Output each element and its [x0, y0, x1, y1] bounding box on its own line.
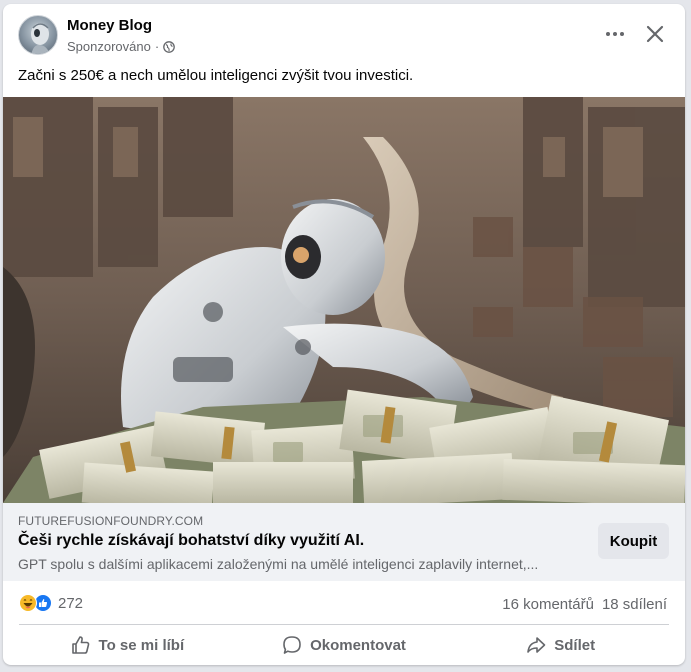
comment-bubble-icon [283, 636, 301, 654]
close-icon[interactable] [641, 20, 669, 48]
reactions-summary[interactable]: 272 [19, 594, 83, 612]
share-label: Sdílet [554, 636, 596, 654]
post-text: Začni s 250€ a nech umělou inteligenci z… [18, 67, 414, 84]
like-label: To se mi líbí [98, 636, 185, 654]
comment-button[interactable]: Okomentovat [236, 628, 453, 662]
sponsored-post-card: Money Blog Sponzorováno · Začni s 250€ a… [3, 4, 685, 665]
globe-icon[interactable] [163, 40, 176, 53]
link-preview[interactable]: FUTUREFUSIONFOUNDRY.COM Češi rychle získ… [3, 503, 685, 581]
shares-count[interactable]: 18 sdílení [602, 596, 667, 613]
share-arrow-icon [527, 637, 546, 653]
link-description: GPT spolu s dalšími aplikacemi založeným… [18, 556, 539, 572]
share-button[interactable]: Sdílet [452, 628, 669, 662]
link-domain: FUTUREFUSIONFOUNDRY.COM [18, 514, 204, 528]
ad-image[interactable] [3, 97, 685, 503]
more-horizontal-icon[interactable] [601, 20, 629, 48]
actions-divider [19, 624, 669, 625]
page-avatar[interactable] [18, 15, 58, 55]
page-name[interactable]: Money Blog [67, 17, 152, 34]
post-actions: To se mi líbí Okomentovat Sdílet [19, 628, 669, 662]
robot-head-icon [31, 23, 50, 54]
buy-button[interactable]: Koupit [598, 523, 669, 559]
sponsored-label[interactable]: Sponzorováno [67, 39, 151, 54]
thumbs-up-icon [71, 636, 89, 654]
haha-reaction-icon [19, 594, 37, 612]
post-meta: Sponzorováno · [67, 39, 176, 54]
post-header: Money Blog Sponzorováno · [3, 4, 685, 64]
post-stats: 272 16 komentářů 18 sdílení [3, 581, 685, 625]
reaction-count: 272 [58, 594, 84, 612]
meta-separator: · [154, 39, 160, 54]
comment-label: Okomentovat [310, 636, 406, 654]
like-button[interactable]: To se mi líbí [19, 628, 236, 662]
link-title[interactable]: Češi rychle získávají bohatství díky vyu… [18, 532, 364, 550]
comments-count[interactable]: 16 komentářů [502, 596, 594, 613]
